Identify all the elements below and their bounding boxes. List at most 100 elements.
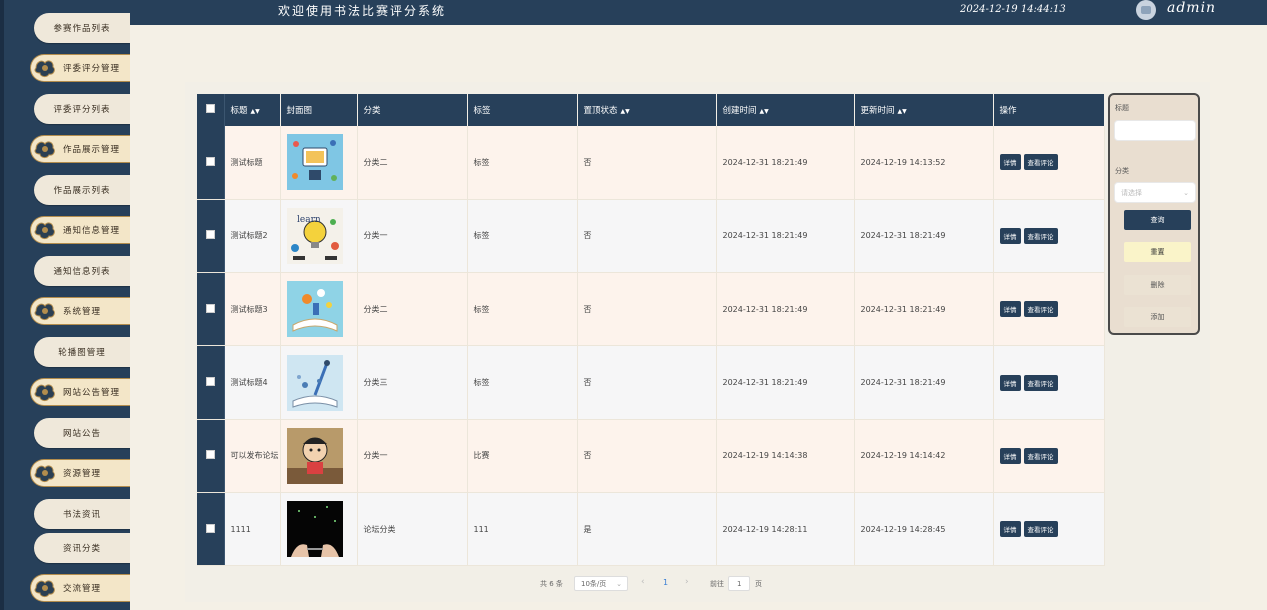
cell-category: 分类三 bbox=[357, 345, 468, 420]
column-header-title[interactable]: 标题 ▲▼ bbox=[224, 94, 281, 126]
sort-icon[interactable]: ▲▼ bbox=[251, 108, 260, 115]
cover-image[interactable]: learn bbox=[286, 207, 343, 264]
detail-button[interactable]: 详情 bbox=[999, 154, 1021, 171]
sidebar-item-calligraphy-news[interactable]: 书法资讯 bbox=[34, 499, 130, 529]
view-comments-button[interactable]: 查看评论 bbox=[1023, 227, 1058, 244]
view-comments-button[interactable]: 查看评论 bbox=[1023, 301, 1058, 318]
cloud-ornament-icon bbox=[34, 465, 55, 482]
select-all-cell bbox=[197, 94, 225, 126]
row-select-cell bbox=[197, 345, 225, 420]
search-panel: 标题 分类 请选择 ⌄ 查询 重置 删除 添加 bbox=[1108, 93, 1200, 335]
query-button[interactable]: 查询 bbox=[1124, 210, 1191, 230]
view-comments-button[interactable]: 查看评论 bbox=[1023, 374, 1058, 391]
username[interactable]: admin bbox=[1167, 0, 1216, 16]
cell-pinned: 是 bbox=[577, 492, 717, 567]
view-comments-button[interactable]: 查看评论 bbox=[1023, 521, 1058, 538]
column-header-actions: 操作 bbox=[993, 94, 1105, 126]
delete-button[interactable]: 删除 bbox=[1124, 275, 1191, 295]
sidebar-item-resource-management[interactable]: 资源管理 bbox=[30, 459, 130, 487]
cover-image[interactable] bbox=[286, 281, 343, 338]
cell-pinned: 否 bbox=[577, 419, 717, 493]
cloud-ornament-icon bbox=[34, 222, 55, 239]
cloud-ornament-icon bbox=[34, 303, 55, 320]
sidebar-item-judge-scores-list[interactable]: 评委评分列表 bbox=[34, 94, 130, 124]
select-all-checkbox[interactable] bbox=[205, 104, 215, 113]
sidebar-item-showcase-list[interactable]: 作品展示列表 bbox=[34, 175, 130, 205]
cell-updated: 2024-12-31 18:21:49 bbox=[854, 345, 994, 420]
cell-actions: 详情 查看评论 bbox=[993, 492, 1105, 567]
column-header-created[interactable]: 创建时间 ▲▼ bbox=[716, 94, 855, 126]
cover-image[interactable] bbox=[286, 354, 343, 411]
sidebar-item-judge-scoring[interactable]: 评委评分管理 bbox=[30, 54, 130, 82]
sort-icon[interactable]: ▲▼ bbox=[760, 108, 769, 115]
column-cover-label: 封面图 bbox=[286, 106, 313, 116]
detail-button[interactable]: 详情 bbox=[999, 301, 1021, 318]
detail-button[interactable]: 详情 bbox=[999, 447, 1021, 464]
page-number-current[interactable]: 1 bbox=[663, 578, 668, 587]
cell-pinned: 否 bbox=[577, 272, 717, 347]
column-header-category: 分类 bbox=[357, 94, 468, 126]
sidebar-item-label: 通知信息管理 bbox=[63, 226, 121, 236]
row-checkbox[interactable] bbox=[205, 450, 215, 460]
row-checkbox[interactable] bbox=[205, 523, 215, 533]
chevron-down-icon: ⌄ bbox=[1183, 188, 1189, 197]
sidebar-item-label: 作品展示管理 bbox=[63, 145, 121, 155]
goto-page-value: 1 bbox=[737, 579, 742, 588]
sidebar-item-notice-management[interactable]: 通知信息管理 bbox=[30, 216, 130, 244]
sidebar-item-entries-list[interactable]: 参赛作品列表 bbox=[34, 13, 130, 43]
detail-button[interactable]: 详情 bbox=[999, 227, 1021, 244]
detail-button[interactable]: 详情 bbox=[999, 521, 1021, 538]
row-checkbox[interactable] bbox=[205, 156, 215, 166]
sidebar-item-announcement-management[interactable]: 网站公告管理 bbox=[30, 378, 130, 406]
sidebar-item-notice-list[interactable]: 通知信息列表 bbox=[34, 256, 130, 286]
sidebar-item-system-management[interactable]: 系统管理 bbox=[30, 297, 130, 325]
cover-image[interactable] bbox=[286, 501, 343, 558]
row-checkbox[interactable] bbox=[205, 303, 215, 313]
table-row: 测试标题2 learn 分类一 标签 否 2024-12-31 18:21:49… bbox=[197, 199, 1105, 274]
sidebar-item-label: 网站公告 bbox=[62, 429, 101, 439]
sidebar-item-announcements[interactable]: 网站公告 bbox=[34, 418, 130, 448]
sidebar-item-showcase-management[interactable]: 作品展示管理 bbox=[30, 135, 130, 163]
avatar[interactable] bbox=[1136, 0, 1156, 20]
next-page-button[interactable]: › bbox=[685, 577, 689, 587]
cell-actions: 详情 查看评论 bbox=[993, 419, 1105, 493]
reset-button[interactable]: 重置 bbox=[1124, 242, 1191, 262]
cell-title: 测试标题4 bbox=[224, 345, 281, 420]
cloud-ornament-icon bbox=[34, 60, 55, 77]
cover-image[interactable] bbox=[286, 134, 343, 191]
row-checkbox[interactable] bbox=[205, 230, 215, 240]
cell-pinned: 否 bbox=[577, 126, 717, 200]
prev-page-button[interactable]: ‹ bbox=[641, 577, 645, 587]
sidebar-item-forum-management[interactable]: 交流管理 bbox=[30, 574, 130, 602]
detail-button[interactable]: 详情 bbox=[999, 374, 1021, 391]
column-header-pinned[interactable]: 置顶状态 ▲▼ bbox=[577, 94, 717, 126]
cover-image[interactable] bbox=[286, 427, 343, 484]
cell-category: 论坛分类 bbox=[357, 492, 468, 567]
column-updated-label: 更新时间 bbox=[860, 106, 895, 116]
page-size-select[interactable]: 10条/页 ⌄ bbox=[574, 576, 628, 591]
sidebar-item-news-categories[interactable]: 资讯分类 bbox=[34, 533, 130, 563]
table-row: 1111 论坛分类 111 是 2024-12-19 14:28:11 2024… bbox=[197, 492, 1105, 567]
cell-title: 可以发布论坛 bbox=[224, 419, 281, 493]
sidebar-item-label: 资源管理 bbox=[63, 469, 102, 479]
cell-tag: 标签 bbox=[467, 272, 578, 347]
table-row: 测试标题3 分类二 标签 否 2024-12-31 18:21:49 2024-… bbox=[197, 272, 1105, 347]
cell-actions: 详情 查看评论 bbox=[993, 272, 1105, 347]
sort-icon[interactable]: ▲▼ bbox=[621, 108, 630, 115]
sidebar-item-carousel[interactable]: 轮播图管理 bbox=[34, 337, 130, 367]
add-button[interactable]: 添加 bbox=[1124, 307, 1191, 327]
cell-category: 分类一 bbox=[357, 419, 468, 493]
view-comments-button[interactable]: 查看评论 bbox=[1023, 447, 1058, 464]
cell-category: 分类二 bbox=[357, 272, 468, 347]
category-filter-select[interactable]: 请选择 ⌄ bbox=[1114, 182, 1196, 203]
goto-page-input[interactable]: 1 bbox=[728, 576, 750, 591]
column-header-updated[interactable]: 更新时间 ▲▼ bbox=[854, 94, 994, 126]
cell-updated: 2024-12-19 14:28:45 bbox=[854, 492, 994, 567]
row-checkbox[interactable] bbox=[205, 377, 215, 387]
sort-icon[interactable]: ▲▼ bbox=[898, 108, 907, 115]
sidebar-item-label: 轮播图管理 bbox=[58, 348, 106, 358]
title-filter-input[interactable] bbox=[1114, 120, 1196, 141]
cell-tag: 比赛 bbox=[467, 419, 578, 493]
view-comments-button[interactable]: 查看评论 bbox=[1023, 154, 1058, 171]
cell-updated: 2024-12-19 14:13:52 bbox=[854, 126, 994, 200]
